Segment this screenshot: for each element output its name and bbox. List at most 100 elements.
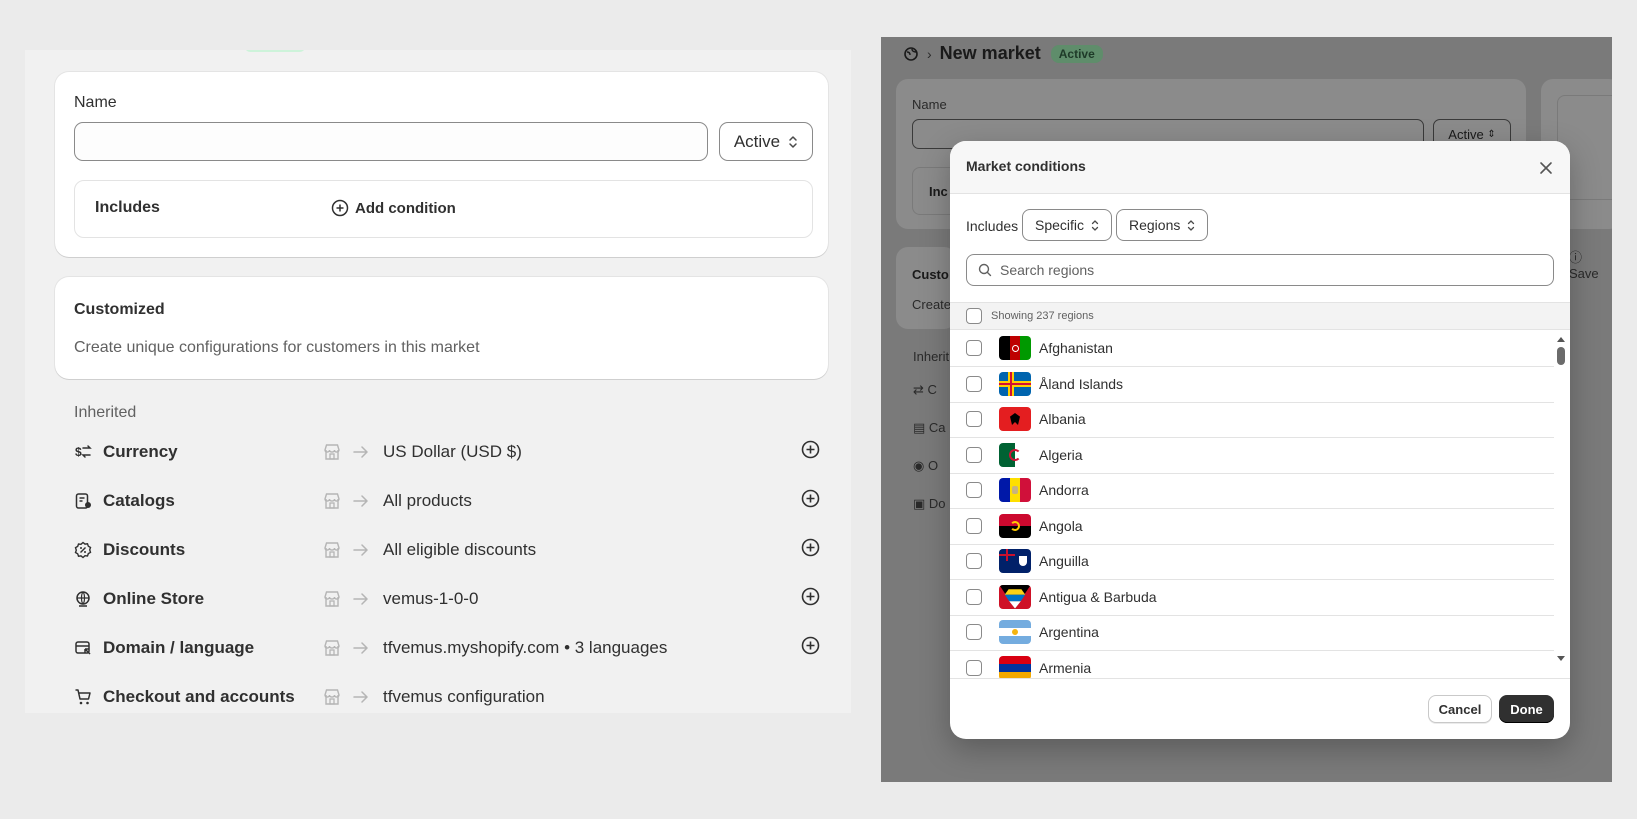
- plus-circle-icon: [801, 489, 820, 513]
- currency-exchange-icon: $: [73, 442, 93, 462]
- chevron-up-down-icon: [789, 135, 797, 148]
- inherited-row-value: US Dollar (USD $): [383, 442, 522, 461]
- store-icon: [323, 443, 343, 461]
- region-name: Algeria: [1039, 446, 1083, 463]
- flag-icon: [999, 336, 1031, 360]
- market-conditions-modal: Market conditions Includes Specific Regi…: [950, 141, 1570, 739]
- plus-circle-icon: [801, 538, 820, 562]
- region-checkbox[interactable]: [966, 446, 982, 463]
- region-row[interactable]: Andorra: [950, 472, 1554, 509]
- customized-title: Customized: [74, 301, 165, 318]
- arrow-right-icon: [353, 593, 371, 605]
- scrollbar[interactable]: [1555, 335, 1567, 665]
- includes-label: Includes: [95, 199, 160, 216]
- search-input[interactable]: Search regions: [966, 254, 1554, 286]
- flag-icon: [999, 620, 1031, 644]
- region-row[interactable]: Antigua & Barbuda: [950, 579, 1554, 616]
- flag-icon: [999, 478, 1031, 502]
- region-row[interactable]: Algeria: [950, 437, 1554, 474]
- chevron-up-down-icon: [1188, 219, 1195, 231]
- add-condition-button[interactable]: Add condition: [331, 199, 456, 217]
- add-condition-label: Add condition: [355, 199, 456, 217]
- region-row[interactable]: Anguilla: [950, 543, 1554, 580]
- region-checkbox[interactable]: [966, 375, 982, 392]
- flag-icon: [999, 371, 1031, 396]
- flag-icon: [999, 442, 1031, 467]
- name-card: Name Active Includes Add condition: [55, 72, 828, 257]
- type-select-value: Regions: [1129, 217, 1181, 233]
- scroll-down-arrow-icon[interactable]: [1556, 655, 1566, 663]
- region-checkbox[interactable]: [966, 340, 982, 356]
- add-customization-button[interactable]: [801, 538, 821, 562]
- flag-icon: [999, 549, 1031, 573]
- online-store-icon: [73, 589, 93, 609]
- bg-save-label: Save: [1569, 266, 1599, 281]
- svg-text:$: $: [75, 445, 82, 459]
- region-row[interactable]: Angola: [950, 508, 1554, 545]
- store-icon: [323, 639, 343, 657]
- bg-row-catalogs: ▤ Ca: [913, 420, 946, 435]
- search-icon: [978, 263, 992, 277]
- modal-header: Market conditions: [950, 141, 1570, 194]
- region-checkbox[interactable]: [966, 411, 982, 427]
- inherited-row-name: Domain / language: [103, 638, 255, 657]
- inherited-row-value: tfvemus.myshopify.com • 3 languages: [383, 638, 668, 657]
- add-customization-button[interactable]: [801, 489, 821, 513]
- plus-circle-icon: [801, 636, 820, 660]
- scrollbar-thumb[interactable]: [1557, 347, 1565, 365]
- plus-circle-icon: [801, 440, 820, 464]
- region-row[interactable]: Afghanistan: [950, 330, 1554, 367]
- done-button[interactable]: Done: [1499, 695, 1554, 723]
- region-name: Afghanistan: [1039, 340, 1113, 356]
- name-input[interactable]: [74, 122, 708, 161]
- inherited-row: Online Store vemus-1-0-0: [73, 586, 833, 612]
- catalog-icon: ▤: [913, 420, 929, 435]
- region-checkbox[interactable]: [966, 517, 982, 534]
- scroll-up-arrow-icon[interactable]: [1556, 335, 1566, 343]
- inherited-row: Discounts All eligible discounts: [73, 537, 833, 563]
- status-select[interactable]: Active: [719, 122, 813, 161]
- region-row[interactable]: Armenia: [950, 650, 1554, 678]
- arrow-right-icon: [353, 544, 371, 556]
- region-name: Argentina: [1039, 624, 1099, 640]
- region-row[interactable]: Åland Islands: [950, 366, 1554, 403]
- bg-customized-card: Custo Create: [896, 247, 956, 329]
- showing-count: Showing 237 regions: [991, 310, 1094, 322]
- status-badge-fragment: [245, 50, 305, 52]
- select-all-checkbox[interactable]: [966, 308, 982, 324]
- chevron-up-down-icon: ⇕: [1487, 128, 1496, 140]
- bg-includes-label: Inc: [929, 184, 948, 199]
- market-editor-panel: Name Active Includes Add condition Custo…: [25, 50, 851, 713]
- bg-row-currency: ⇄ C: [913, 382, 937, 397]
- close-icon: [1540, 162, 1552, 174]
- bg-save-button[interactable]: ⓘ Save: [1569, 247, 1612, 281]
- region-row[interactable]: Albania: [950, 401, 1554, 438]
- region-checkbox[interactable]: [966, 482, 982, 498]
- region-row[interactable]: Argentina: [950, 614, 1554, 651]
- search-placeholder: Search regions: [1000, 262, 1095, 278]
- arrow-right-icon: [353, 642, 371, 654]
- status-select-value: Active: [733, 131, 781, 151]
- arrow-right-icon: [353, 446, 371, 458]
- includes-label: Includes: [966, 218, 1019, 234]
- name-label: Name: [74, 94, 117, 111]
- breadcrumb: › New market Active: [903, 43, 1103, 64]
- region-name: Armenia: [1039, 659, 1092, 676]
- cancel-button[interactable]: Cancel: [1428, 695, 1492, 723]
- region-checkbox[interactable]: [966, 624, 982, 640]
- flag-icon: [999, 513, 1031, 538]
- add-customization-button[interactable]: [801, 587, 821, 611]
- add-customization-button[interactable]: [801, 440, 821, 464]
- region-checkbox[interactable]: [966, 659, 982, 676]
- plus-circle-icon: [801, 587, 820, 611]
- inherited-row-value: vemus-1-0-0: [383, 589, 479, 608]
- close-button[interactable]: [1536, 158, 1556, 178]
- currency-icon: ⇄: [913, 382, 928, 397]
- scope-select[interactable]: Specific: [1022, 209, 1113, 241]
- type-select[interactable]: Regions: [1116, 209, 1209, 241]
- region-checkbox[interactable]: [966, 588, 982, 605]
- region-checkbox[interactable]: [966, 553, 982, 569]
- markets-icon[interactable]: [903, 46, 919, 62]
- bg-customized-desc: Create: [912, 297, 952, 312]
- add-customization-button[interactable]: [801, 636, 821, 660]
